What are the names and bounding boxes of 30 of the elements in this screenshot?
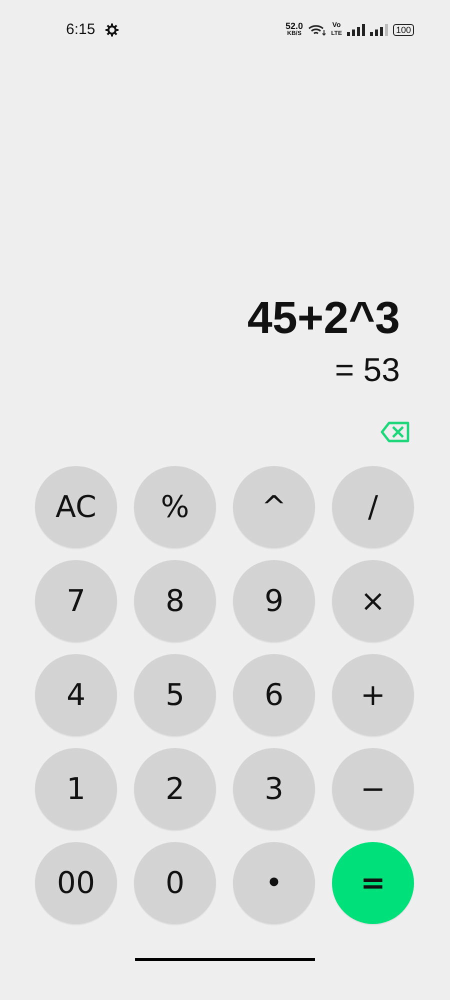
key-button[interactable]: 1 bbox=[35, 748, 117, 830]
clock-time: 6:15 bbox=[66, 20, 96, 40]
result-text: = 53 bbox=[334, 350, 400, 390]
key-button[interactable]: / bbox=[332, 466, 414, 548]
key-button[interactable]: • bbox=[233, 842, 315, 924]
key-button[interactable]: ^ bbox=[233, 466, 315, 548]
signal-icon bbox=[370, 24, 388, 36]
key-button[interactable]: 0 bbox=[134, 842, 216, 924]
equals-button[interactable]: = bbox=[332, 842, 414, 924]
key-button[interactable]: 8 bbox=[134, 560, 216, 642]
key-button[interactable]: 3 bbox=[233, 748, 315, 830]
key-button[interactable]: 9 bbox=[233, 560, 315, 642]
gear-icon bbox=[105, 23, 120, 37]
key-button[interactable]: % bbox=[134, 466, 216, 548]
key-button[interactable]: 6 bbox=[233, 654, 315, 736]
key-button[interactable]: AC bbox=[35, 466, 117, 548]
key-button[interactable]: 00 bbox=[35, 842, 117, 924]
key-button[interactable]: 5 bbox=[134, 654, 216, 736]
wifi-icon bbox=[308, 24, 326, 36]
key-button[interactable]: 2 bbox=[134, 748, 216, 830]
expression-text: 45+2^3 bbox=[247, 293, 400, 343]
key-button[interactable]: − bbox=[332, 748, 414, 830]
key-button[interactable]: × bbox=[332, 560, 414, 642]
key-button[interactable]: 4 bbox=[35, 654, 117, 736]
battery-level: 100 bbox=[392, 24, 414, 36]
network-speed: 52.0 bbox=[286, 22, 304, 30]
backspace-button[interactable] bbox=[380, 421, 410, 443]
key-button[interactable]: 7 bbox=[35, 560, 117, 642]
signal-icon bbox=[346, 24, 365, 36]
key-button[interactable]: + bbox=[332, 654, 414, 736]
